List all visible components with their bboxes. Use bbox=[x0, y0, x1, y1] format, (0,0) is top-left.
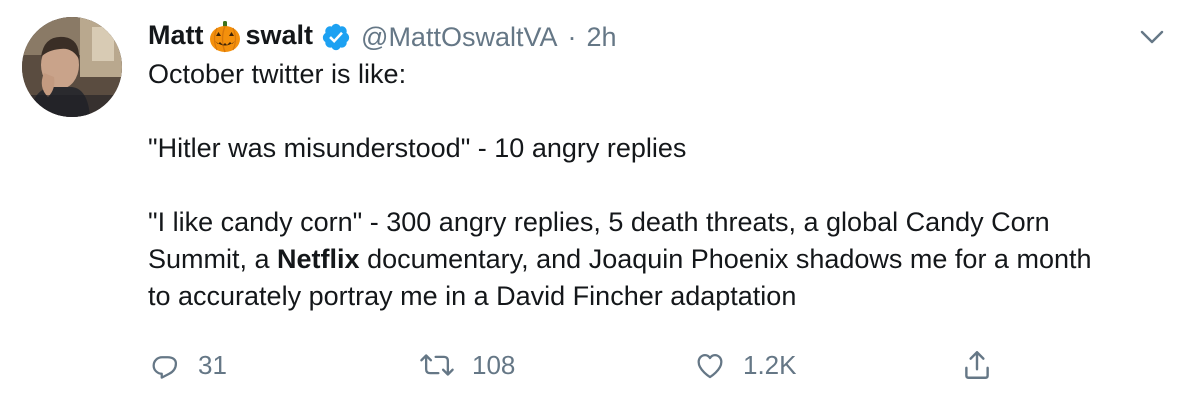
netflix-bold-text: Netflix bbox=[277, 244, 360, 274]
tweet-content: Matt swalt @MattOswaltVA · 2h October tw… bbox=[148, 14, 1148, 315]
display-name-prefix: Matt bbox=[148, 20, 204, 51]
separator-dot: · bbox=[567, 21, 577, 52]
share-icon bbox=[960, 348, 994, 382]
retweet-count: 108 bbox=[472, 349, 516, 380]
tweet-line-2: "Hitler was misunderstood" - 10 angry re… bbox=[148, 133, 687, 163]
like-button[interactable]: 1.2K bbox=[693, 348, 797, 382]
heart-icon bbox=[693, 348, 727, 382]
verified-badge-icon bbox=[321, 22, 351, 52]
tweet-line-4: Summit, a Netflix documentary, and Joaqu… bbox=[148, 241, 1148, 278]
tweet-line-4-end: documentary, and Joaquin Phoenix shadows… bbox=[359, 244, 1092, 274]
jack-o-lantern-icon bbox=[208, 20, 242, 54]
reply-button[interactable]: 31 bbox=[148, 348, 227, 382]
chevron-down-icon[interactable] bbox=[1138, 27, 1166, 47]
reply-icon bbox=[148, 348, 182, 382]
tweet[interactable]: Matt swalt @MattOswaltVA · 2h October tw… bbox=[0, 0, 1192, 404]
tweet-line-3: "I like candy corn" - 300 angry replies,… bbox=[148, 207, 1050, 237]
avatar[interactable] bbox=[22, 17, 122, 117]
tweet-actions: 31 108 1.2K bbox=[148, 348, 1048, 388]
like-count: 1.2K bbox=[743, 349, 797, 380]
tweet-line-5: to accurately portray me in a David Finc… bbox=[148, 281, 797, 311]
user-handle[interactable]: @MattOswaltVA bbox=[361, 22, 557, 53]
tweet-line-1: October twitter is like: bbox=[148, 59, 407, 89]
tweet-text: October twitter is like: "Hitler was mis… bbox=[148, 56, 1148, 315]
tweet-line-4-start: Summit, a bbox=[148, 244, 278, 274]
reply-count: 31 bbox=[198, 349, 227, 380]
share-button[interactable] bbox=[960, 348, 994, 382]
tweet-header: Matt swalt @MattOswaltVA · 2h bbox=[148, 14, 1148, 60]
tweet-timestamp[interactable]: 2h bbox=[586, 22, 616, 53]
display-name-suffix: swalt bbox=[245, 20, 314, 51]
retweet-button[interactable]: 108 bbox=[418, 348, 515, 382]
display-name[interactable]: Matt swalt bbox=[148, 20, 313, 54]
retweet-icon bbox=[418, 348, 456, 382]
